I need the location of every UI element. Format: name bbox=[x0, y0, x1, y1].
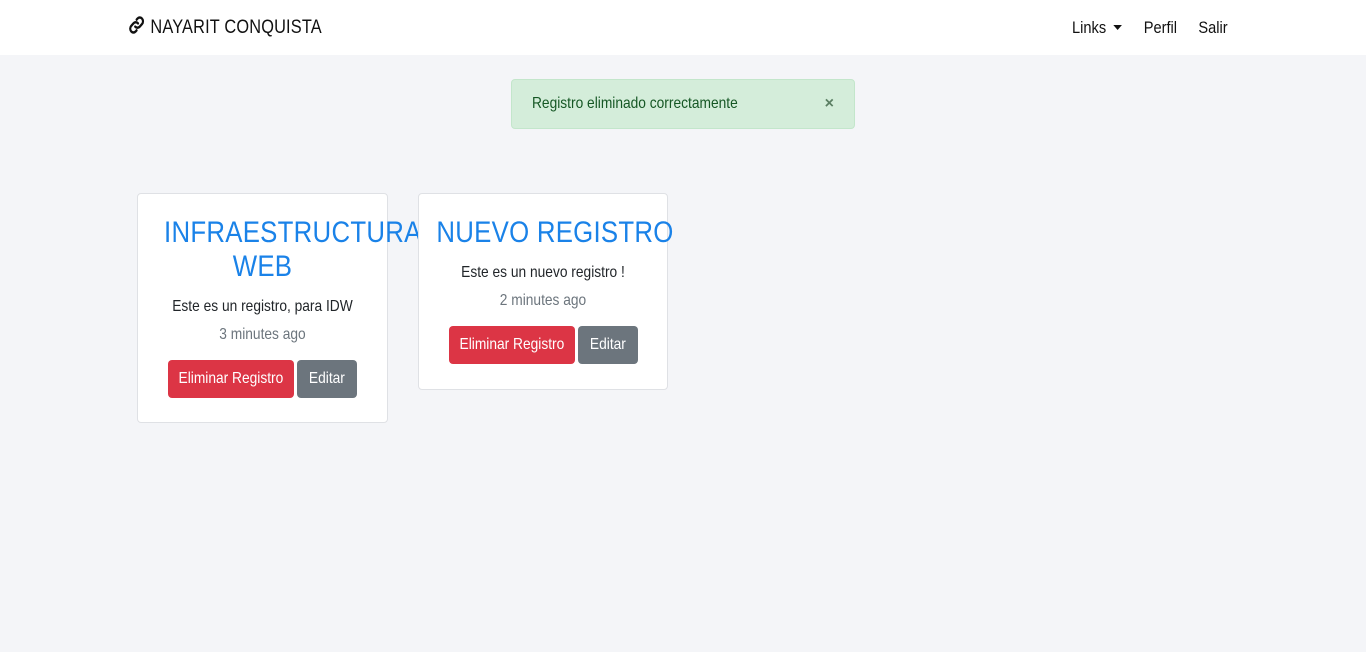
edit-button-label: Editar bbox=[589, 336, 626, 353]
card-description: Este es un nuevo registro ! bbox=[461, 264, 625, 281]
brand-link[interactable]: NAYARIT CONQUISTA bbox=[128, 0, 322, 55]
card-timestamp: 2 minutes ago bbox=[499, 292, 587, 309]
card-actions: Eliminar Registro Editar bbox=[419, 326, 667, 364]
nav-links-dropdown[interactable]: Links bbox=[1072, 18, 1122, 38]
edit-button-label: Editar bbox=[309, 370, 345, 387]
alert-message: Registro eliminado correctamente bbox=[532, 95, 738, 112]
card-title: NUEVO REGISTRO bbox=[436, 216, 674, 249]
navbar: NAYARIT CONQUISTA Links Perfil Salir bbox=[0, 0, 1366, 55]
link-icon bbox=[128, 15, 145, 41]
card-title: INFRAESTRUCTURA WEB bbox=[164, 216, 422, 283]
nav-perfil[interactable]: Perfil bbox=[1144, 18, 1177, 38]
delete-button-label: Eliminar Registro bbox=[459, 336, 564, 353]
edit-button[interactable]: Editar bbox=[297, 360, 357, 398]
nav-links: Links Perfil Salir bbox=[1068, 0, 1230, 55]
caret-down-icon bbox=[1112, 25, 1122, 30]
brand-title: NAYARIT CONQUISTA bbox=[150, 16, 322, 38]
nav-salir[interactable]: Salir bbox=[1198, 18, 1227, 38]
card-actions: Eliminar Registro Editar bbox=[138, 360, 387, 398]
nav-links-label: Links bbox=[1071, 17, 1106, 37]
edit-button[interactable]: Editar bbox=[577, 326, 638, 364]
record-card: INFRAESTRUCTURA WEB Este es un registro,… bbox=[137, 193, 422, 423]
record-card: NUEVO REGISTRO Este es un nuevo registro… bbox=[418, 193, 674, 390]
delete-button[interactable]: Eliminar Registro bbox=[168, 360, 294, 398]
delete-button[interactable]: Eliminar Registro bbox=[448, 326, 575, 364]
delete-button-label: Eliminar Registro bbox=[178, 370, 284, 387]
card-timestamp: 3 minutes ago bbox=[219, 326, 306, 343]
success-alert: Registro eliminado correctamente × bbox=[511, 79, 855, 129]
close-icon[interactable]: × bbox=[825, 94, 834, 114]
card-description: Este es un registro, para IDW bbox=[172, 298, 353, 315]
